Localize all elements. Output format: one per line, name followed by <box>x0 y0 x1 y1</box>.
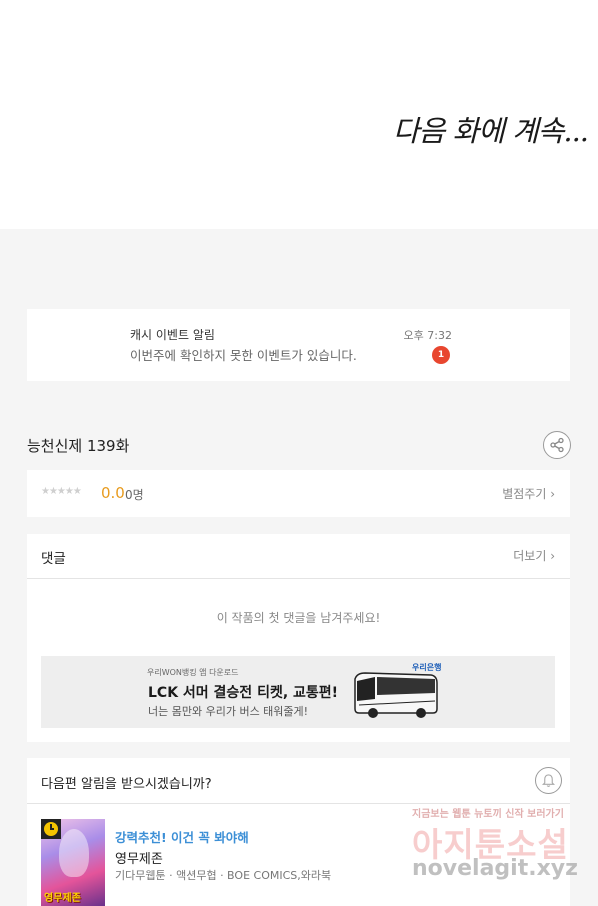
ad-banner[interactable]: 우리WON뱅킹 앱 다운로드 LCK 서머 결승전 티켓, 교통편! 너는 몸만… <box>41 656 555 728</box>
wait-free-badge <box>41 819 61 839</box>
clock-icon <box>44 822 58 836</box>
rating-stars: ★★★★★ <box>41 486 82 497</box>
ad-sub-line: 너는 몸만와 우리가 버스 태워줄게! <box>148 705 309 718</box>
share-button[interactable] <box>543 431 571 459</box>
rating-score: 0.0 <box>101 484 125 502</box>
recommendation-thumbnail[interactable]: 영무제존 <box>41 819 105 906</box>
bell-icon <box>541 774 556 787</box>
alert-header: 다음편 알림을 받으시겠습니까? <box>27 758 570 804</box>
rating-count: 0명 <box>125 488 144 502</box>
ad-top-line: 우리WON뱅킹 앱 다운로드 <box>147 668 239 677</box>
thumbnail-title: 영무제존 <box>44 893 81 904</box>
rate-button[interactable]: 별점주기 › <box>502 485 555 502</box>
comment-title: 댓글 <box>41 551 66 567</box>
event-title: 캐시 이벤트 알림 <box>130 328 215 342</box>
share-icon <box>550 437 564 453</box>
comment-more-button[interactable]: 더보기 › <box>513 547 555 564</box>
empty-comment-message: 이 작품의 첫 댓글을 남겨주세요! <box>216 611 381 625</box>
comment-card: 댓글 더보기 › 이 작품의 첫 댓글을 남겨주세요! 우리WON뱅킹 앱 다운… <box>27 534 570 742</box>
recommendation-title[interactable]: 영무제존 <box>115 848 163 867</box>
recommendation-tag[interactable]: 강력추천! 이건 꼭 봐야해 <box>115 827 249 846</box>
event-time: 오후 7:32 <box>403 329 452 342</box>
event-notification-card[interactable]: 캐시 이벤트 알림 이번주에 확인하지 못한 이벤트가 있습니다. 오후 7:3… <box>27 309 570 381</box>
alert-toggle-button[interactable] <box>535 767 562 794</box>
ad-headline: LCK 서머 결승전 티켓, 교통편! <box>148 685 339 701</box>
rating-card: ★★★★★ 0.0 0명 별점주기 › <box>27 470 570 517</box>
comment-header: 댓글 더보기 › <box>27 534 570 579</box>
comic-panel: 다음 화에 계속... <box>0 0 598 229</box>
event-count-badge: 1 <box>432 346 450 364</box>
recommendation-meta: 기다무웹툰 · 액션무협 · BOE COMICS,와라북 <box>115 869 332 882</box>
thumbnail-art <box>59 829 89 877</box>
bus-icon <box>354 672 438 718</box>
comic-caption: 다음 화에 계속... <box>392 114 589 148</box>
episode-title: 능천신제 139화 <box>27 437 130 455</box>
alert-question: 다음편 알림을 받으시겠습니까? <box>41 777 212 792</box>
next-episode-alert-card: 다음편 알림을 받으시겠습니까? 영무제존 강력추천! 이건 꼭 봐야해 영무제… <box>27 758 570 906</box>
event-message: 이번주에 확인하지 못한 이벤트가 있습니다. <box>130 348 357 363</box>
